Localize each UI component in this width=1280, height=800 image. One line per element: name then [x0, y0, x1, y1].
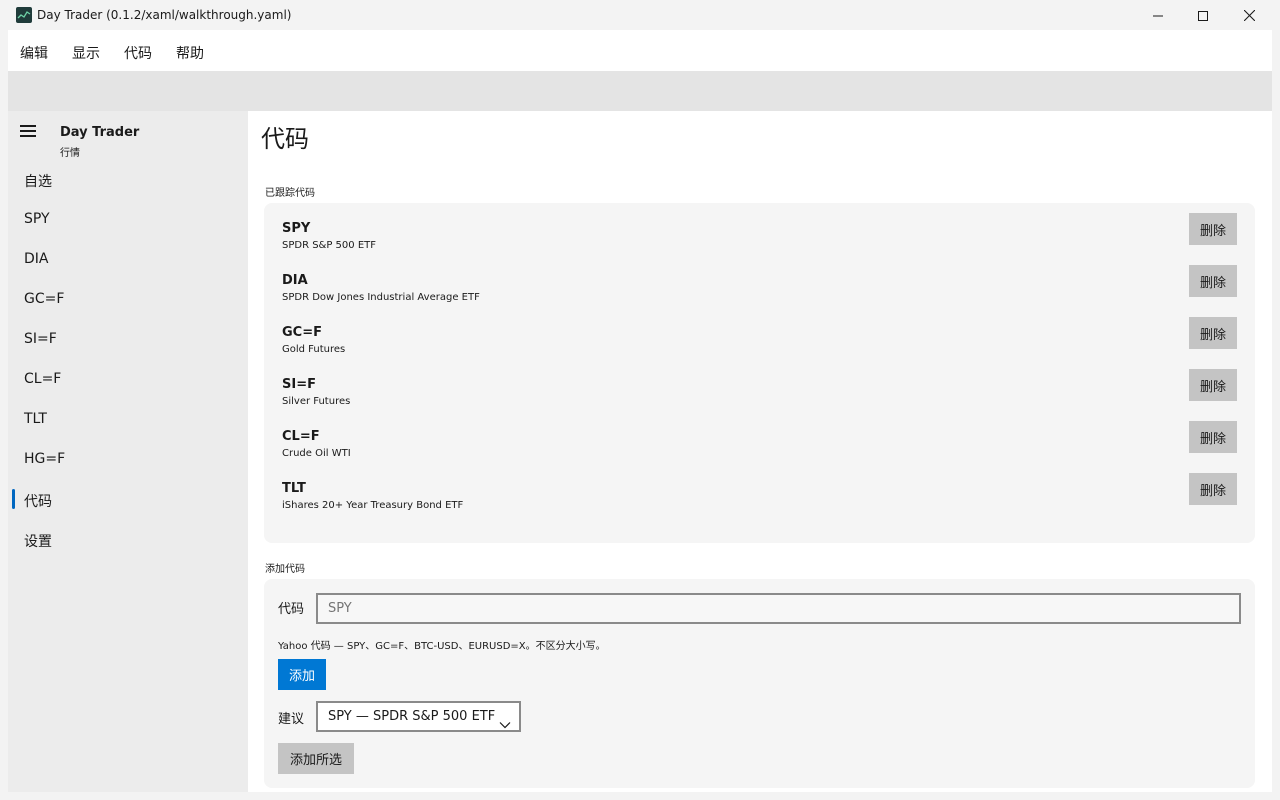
hamburger-icon[interactable]	[20, 125, 36, 137]
delete-button[interactable]: 删除	[1189, 317, 1237, 349]
sidebar-item-gc[interactable]: GC=F	[24, 291, 64, 307]
sidebar-item-settings[interactable]: 设置	[24, 531, 52, 551]
menu-bar: 编辑 显示 代码 帮助	[8, 30, 1272, 71]
sidebar-item-spy[interactable]: SPY	[24, 211, 50, 227]
menu-symbols[interactable]: 代码	[124, 43, 152, 63]
sidebar-item-si[interactable]: SI=F	[24, 331, 57, 347]
symbol-name: CL=F	[282, 429, 320, 444]
window-title: Day Trader (0.1.2/xaml/walkthrough.yaml)	[37, 8, 292, 22]
title-bar: Day Trader (0.1.2/xaml/walkthrough.yaml)	[0, 0, 1280, 30]
chevron-down-icon	[499, 712, 511, 729]
suggest-label: 建议	[278, 712, 305, 727]
symbol-hint: Yahoo 代码 — SPY、GC=F、BTC-USD、EURUSD=X。不区分…	[278, 641, 606, 652]
maximize-icon	[1198, 6, 1208, 25]
sidebar-subtitle: 行情	[60, 148, 80, 159]
suggestion-value: SPY — SPDR S&P 500 ETF	[328, 709, 496, 724]
sidebar-title: Day Trader	[60, 125, 140, 140]
add-selected-button[interactable]: 添加所选	[278, 743, 354, 774]
symbol-description: Crude Oil WTI	[282, 448, 351, 459]
tracked-row: SI=F Silver Futures 删除	[282, 369, 1237, 429]
suggestion-dropdown[interactable]: SPY — SPDR S&P 500 ETF	[316, 701, 521, 732]
delete-button[interactable]: 删除	[1189, 369, 1237, 401]
symbol-name: SPY	[282, 221, 311, 236]
delete-button[interactable]: 删除	[1189, 265, 1237, 297]
symbol-input[interactable]	[316, 593, 1241, 624]
symbol-description: SPDR Dow Jones Industrial Average ETF	[282, 292, 480, 303]
tracked-row: GC=F Gold Futures 删除	[282, 317, 1237, 377]
sidebar-item-hg[interactable]: HG=F	[24, 451, 65, 467]
tracked-row: DIA SPDR Dow Jones Industrial Average ET…	[282, 265, 1237, 325]
symbol-description: Silver Futures	[282, 396, 351, 407]
symbol-name: SI=F	[282, 377, 316, 392]
delete-button[interactable]: 删除	[1189, 213, 1237, 245]
symbol-name: DIA	[282, 273, 308, 288]
sidebar: Day Trader 行情 自选 SPY DIA GC=F SI=F CL=F …	[8, 111, 248, 792]
symbol-description: iShares 20+ Year Treasury Bond ETF	[282, 500, 464, 511]
menu-view[interactable]: 显示	[72, 43, 100, 63]
maximize-button[interactable]	[1180, 0, 1226, 30]
tracked-section-label: 已跟踪代码	[265, 188, 315, 199]
sidebar-item-tlt[interactable]: TLT	[24, 411, 47, 427]
minimize-button[interactable]	[1135, 0, 1181, 30]
symbol-description: SPDR S&P 500 ETF	[282, 240, 377, 251]
tracked-symbols-card: SPY SPDR S&P 500 ETF 删除 DIA SPDR Dow Jon…	[264, 203, 1255, 543]
symbol-description: Gold Futures	[282, 344, 346, 355]
minimize-icon	[1153, 6, 1163, 25]
delete-button[interactable]: 删除	[1189, 473, 1237, 505]
close-icon	[1243, 6, 1255, 25]
tracked-row: TLT iShares 20+ Year Treasury Bond ETF 删…	[282, 473, 1237, 533]
symbol-field-label: 代码	[278, 602, 305, 617]
page-title: 代码	[261, 125, 309, 153]
symbol-name: GC=F	[282, 325, 322, 340]
tracked-row: SPY SPDR S&P 500 ETF 删除	[282, 213, 1237, 273]
sidebar-item-dia[interactable]: DIA	[24, 251, 49, 267]
add-symbol-card: 代码 Yahoo 代码 — SPY、GC=F、BTC-USD、EURUSD=X。…	[264, 579, 1255, 788]
main-content: 代码 已跟踪代码 SPY SPDR S&P 500 ETF 删除 DIA SPD…	[248, 111, 1272, 792]
sidebar-item-cl[interactable]: CL=F	[24, 371, 61, 387]
add-section-label: 添加代码	[265, 564, 305, 575]
app-icon	[16, 7, 32, 23]
add-button[interactable]: 添加	[278, 659, 326, 690]
selection-indicator	[12, 489, 15, 509]
close-button[interactable]	[1226, 0, 1272, 30]
delete-button[interactable]: 删除	[1189, 421, 1237, 453]
toolbar-area	[8, 71, 1272, 111]
tracked-row: CL=F Crude Oil WTI 删除	[282, 421, 1237, 481]
menu-help[interactable]: 帮助	[176, 43, 204, 63]
sidebar-item-watchlist[interactable]: 自选	[24, 171, 52, 191]
symbol-name: TLT	[282, 481, 306, 496]
sidebar-item-symbols[interactable]: 代码	[24, 491, 52, 511]
menu-edit[interactable]: 编辑	[20, 43, 48, 63]
